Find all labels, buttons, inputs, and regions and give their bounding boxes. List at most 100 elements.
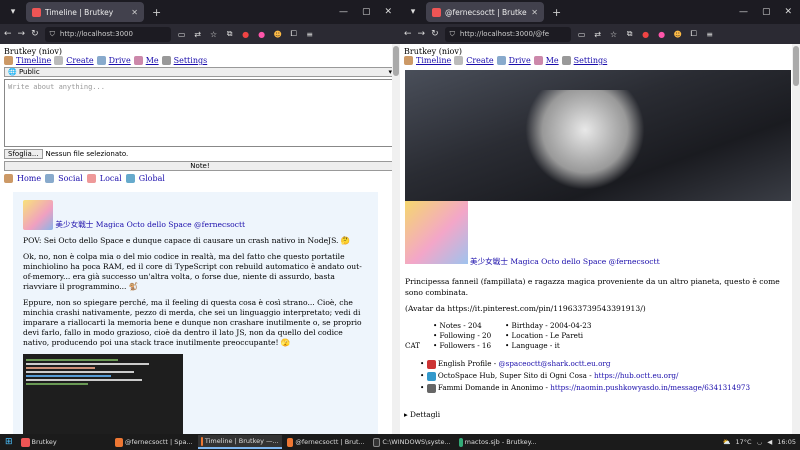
link-questions[interactable]: https://naomin.pushkowyasdo.in/message/6… [550, 383, 750, 392]
url-bar[interactable]: ⛉ http://localhost:3000/@fe [444, 26, 571, 42]
link-english-profile[interactable]: @spaceoctt@shark.octt.eu.org [498, 359, 610, 368]
nav-social[interactable]: Social [58, 174, 83, 183]
create-icon [454, 56, 464, 65]
forward-icon[interactable]: → [418, 29, 426, 39]
nav-global[interactable]: Global [139, 174, 165, 183]
bookmark-star-icon[interactable]: ☆ [609, 29, 619, 39]
menu-create[interactable]: Create [466, 56, 493, 65]
tab-bar: ▾ @fernecsoctt | Brutkey ✕ + — ▢ ✕ [400, 0, 800, 24]
menu-timeline[interactable]: Timeline [416, 56, 451, 65]
flag-icon [426, 359, 436, 369]
menu-create[interactable]: Create [66, 56, 93, 65]
profile-avatar[interactable] [405, 201, 468, 264]
link-hub[interactable]: https://hub.octt.eu.org/ [594, 371, 678, 380]
extension-pink-icon[interactable]: ● [657, 29, 667, 39]
extension-red-icon[interactable]: ● [241, 29, 251, 39]
note-button[interactable]: Note! [4, 161, 396, 171]
profile-bio: Principessa fanneil (fampillata) e ragaz… [405, 276, 788, 314]
system-tray: ⛅ 17°C ◡ ◀ 16:05 [722, 438, 800, 446]
tab-timeline[interactable]: Timeline | Brutkey ✕ [26, 2, 144, 22]
extensions-icon[interactable]: ⧠ [289, 29, 299, 39]
extension-icon[interactable]: ⧉ [625, 29, 635, 39]
taskbar-item[interactable]: @fernecsoctt | Spa... [112, 435, 196, 449]
link-label: English Profile - [437, 359, 499, 368]
home-icon [4, 174, 13, 183]
url-text[interactable]: http://localhost:3000 [60, 30, 133, 38]
weather-icon[interactable]: ⛅ [722, 438, 730, 446]
reload-icon[interactable]: ↻ [431, 29, 439, 39]
visibility-value: Public [18, 68, 40, 76]
scrollbar[interactable] [792, 44, 800, 434]
menu-icon[interactable]: ≡ [705, 29, 715, 39]
menu-settings[interactable]: Settings [574, 56, 608, 65]
menu-timeline[interactable]: Timeline [16, 56, 51, 65]
menu-drive[interactable]: Drive [509, 56, 531, 65]
post-author[interactable]: 美少女戦士 Magica Octo dello Space @fernecsoc… [55, 220, 245, 229]
stat-followers: Followers - 16 [439, 341, 492, 350]
browse-button[interactable]: Sfoglia... [4, 149, 43, 159]
translate-icon[interactable]: ⇄ [593, 29, 603, 39]
menu-me[interactable]: Me [146, 56, 159, 65]
new-tab-icon[interactable]: + [152, 6, 161, 19]
left-browser-window: ▾ Timeline | Brutkey ✕ + — ▢ ✕ ← → ↻ ⛉ htt… [0, 0, 400, 434]
stat-birthday: Birthday - 2004-04-23 [511, 321, 592, 330]
url-bar[interactable]: ⛉ http://localhost:3000 [44, 26, 171, 42]
taskbar-item[interactable]: Brutkey [18, 435, 60, 449]
nav-local[interactable]: Local [100, 174, 122, 183]
taskbar-item[interactable]: mactos.sjb - Brutkey... [456, 435, 540, 449]
nav-bar: ← → ↻ ⛉ http://localhost:3000/@fe ▭ ⇄ ☆ … [400, 24, 800, 44]
temperature: 17°C [735, 438, 752, 446]
start-icon[interactable]: ⊞ [2, 437, 16, 447]
attachment-image[interactable] [23, 354, 183, 434]
extension-pink-icon[interactable]: ● [257, 29, 267, 39]
back-icon[interactable]: ← [4, 29, 12, 39]
tab-profile[interactable]: @fernecsoctt | Brutkey ✕ [426, 2, 544, 22]
close-window-icon[interactable]: ✕ [784, 7, 792, 17]
compose-textarea[interactable]: Write about anything... [4, 79, 396, 147]
extension-icon[interactable]: ⧉ [225, 29, 235, 39]
scrollbar[interactable] [392, 44, 400, 434]
minimize-icon[interactable]: — [339, 7, 348, 17]
new-tab-icon[interactable]: + [552, 6, 561, 19]
extensions-icon[interactable]: ⧠ [689, 29, 699, 39]
forward-icon[interactable]: → [18, 29, 26, 39]
me-icon [533, 56, 543, 65]
menu-drive[interactable]: Drive [109, 56, 131, 65]
extension-face-icon[interactable]: ☻ [673, 29, 683, 39]
bookmark-star-icon[interactable]: ☆ [209, 29, 219, 39]
page-icon[interactable]: ▭ [177, 29, 187, 39]
extension-red-icon[interactable]: ● [641, 29, 651, 39]
extension-face-icon[interactable]: ☻ [273, 29, 283, 39]
maximize-icon[interactable]: ▢ [762, 7, 771, 17]
close-tab-icon[interactable]: ✕ [131, 8, 138, 17]
visibility-select[interactable]: 🌐 Public ▾ [4, 67, 396, 77]
reload-icon[interactable]: ↻ [31, 29, 39, 39]
menu-icon[interactable]: ≡ [305, 29, 315, 39]
network-icon[interactable]: ◡ [757, 438, 763, 446]
translate-icon[interactable]: ⇄ [193, 29, 203, 39]
main-menu: Timeline Create Drive Me Settings [400, 56, 800, 65]
avatar[interactable] [23, 200, 53, 230]
clock[interactable]: 16:05 [777, 438, 796, 446]
taskbar-item[interactable]: C:\WINDOWS\syste... [370, 435, 454, 449]
details-toggle[interactable]: ▸ Dettagli [404, 410, 440, 419]
nav-home[interactable]: Home [17, 174, 41, 183]
close-tab-icon[interactable]: ✕ [531, 8, 538, 17]
close-window-icon[interactable]: ✕ [384, 7, 392, 17]
page-content: Brutkey (niov) Timeline Create Drive Me … [0, 44, 400, 434]
taskbar-item[interactable]: @fernecsoctt | Brut... [284, 435, 368, 449]
page-icon[interactable]: ▭ [577, 29, 587, 39]
back-icon[interactable]: ← [404, 29, 412, 39]
profile-links: • English Profile - @spaceoctt@shark.oct… [420, 359, 751, 393]
menu-settings[interactable]: Settings [174, 56, 208, 65]
url-text[interactable]: http://localhost:3000/@fe [460, 30, 549, 38]
minimize-icon[interactable]: — [739, 7, 748, 17]
volume-icon[interactable]: ◀ [767, 438, 772, 446]
local-icon [86, 174, 96, 183]
taskbar-item[interactable]: Timeline | Brutkey —... [197, 435, 282, 449]
maximize-icon[interactable]: ▢ [362, 7, 371, 17]
tab-list-icon[interactable]: ▾ [404, 3, 422, 21]
tab-list-icon[interactable]: ▾ [4, 3, 22, 21]
profile-name[interactable]: 美少女戦士 Magica Octo dello Space @fernecsoc… [470, 256, 660, 267]
menu-me[interactable]: Me [546, 56, 559, 65]
